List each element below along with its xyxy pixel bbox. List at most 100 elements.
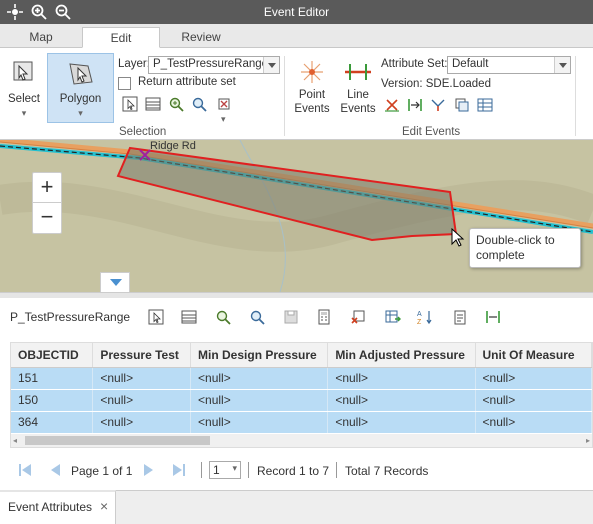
title-bar: Event Editor xyxy=(0,0,593,24)
svg-text:Z: Z xyxy=(417,319,422,325)
tab-review[interactable]: Review xyxy=(160,27,242,48)
layer-label: Layer: xyxy=(118,58,150,70)
table-cell: <null> xyxy=(92,411,192,434)
table-cell: <null> xyxy=(92,389,192,412)
table-cell: <null> xyxy=(190,367,329,390)
layer-select-value: P_TestPressureRange xyxy=(153,58,269,70)
total-text: Total 7 Records xyxy=(345,464,429,478)
table-cell: 150 xyxy=(11,389,94,412)
edit-events-group-label: Edit Events xyxy=(402,126,461,138)
page-select-value: 1 xyxy=(213,463,220,477)
table-cell: <null> xyxy=(327,411,476,434)
table-icon[interactable] xyxy=(145,96,161,112)
pager-divider xyxy=(201,462,202,478)
attribute-set-select[interactable]: Default xyxy=(447,56,571,74)
table-cell: <null> xyxy=(190,411,329,434)
selection-group-label: Selection xyxy=(119,126,167,138)
scroll-right-icon[interactable]: ▸ xyxy=(586,436,590,445)
zoom-to-layer-icon[interactable] xyxy=(191,96,207,112)
pager-divider xyxy=(336,462,337,478)
table-row[interactable]: 151 <null> <null> <null> <null> xyxy=(11,367,593,390)
tab-edit[interactable]: Edit xyxy=(82,27,160,48)
attribute-set-label: Attribute Set: xyxy=(381,58,448,70)
select-features-icon[interactable] xyxy=(148,309,164,325)
return-attribute-label: Return attribute set xyxy=(138,76,236,88)
event-table-icon[interactable] xyxy=(477,97,493,113)
copy-event-icon[interactable] xyxy=(454,97,470,113)
column-header[interactable]: Min Design Pressure xyxy=(190,343,329,368)
point-events-icon xyxy=(301,61,323,83)
delete-event-icon[interactable] xyxy=(384,97,400,113)
window-title: Event Editor xyxy=(263,5,330,19)
table-cell: <null> xyxy=(92,367,192,390)
line-events-button[interactable]: Line Events xyxy=(338,58,378,122)
next-page-icon[interactable] xyxy=(142,463,156,477)
zoom-to-selected-icon[interactable] xyxy=(215,309,231,325)
scroll-left-icon[interactable]: ◂ xyxy=(13,436,17,445)
sort-icon[interactable]: AZ xyxy=(417,309,433,325)
attribute-set-value: Default xyxy=(452,58,489,70)
pan-to-selected-icon[interactable] xyxy=(249,309,265,325)
event-attributes-tab[interactable]: Event Attributes × xyxy=(0,490,116,524)
map-zoom-in-button[interactable]: + xyxy=(33,173,61,203)
page-text: Page 1 of 1 xyxy=(71,464,133,478)
ribbon: Select ▾ Polygon ▾ Layer: P_TestPressure… xyxy=(0,48,593,140)
map-canvas[interactable]: Ridge Rd xyxy=(0,140,593,292)
column-header[interactable]: Unit Of Measure xyxy=(475,343,593,368)
page-select[interactable]: 1 ▾ xyxy=(209,461,241,479)
zoom-to-selection-icon[interactable] xyxy=(168,96,184,112)
retire-event-icon[interactable] xyxy=(407,97,423,113)
table-row[interactable]: 150 <null> <null> <null> <null> xyxy=(11,389,593,412)
bottom-tab-strip xyxy=(116,490,593,524)
return-attribute-checkbox[interactable] xyxy=(118,77,131,90)
table-cell: <null> xyxy=(327,389,476,412)
polygon-label: Polygon xyxy=(59,93,102,105)
table-header-row: OBJECTID Pressure Test Min Design Pressu… xyxy=(11,343,593,368)
table-row[interactable]: 364 <null> <null> <null> <null> xyxy=(11,411,593,434)
export-icon[interactable] xyxy=(385,309,401,325)
first-page-icon[interactable] xyxy=(18,463,32,477)
pager: Page 1 of 1 1 ▾ Record 1 to 7 Total 7 Re… xyxy=(0,456,593,486)
polygon-button[interactable]: Polygon ▾ xyxy=(47,53,114,123)
point-events-button[interactable]: Point Events xyxy=(292,58,332,122)
map-tooltip: Double-click to complete xyxy=(469,228,581,268)
svg-text:A: A xyxy=(417,311,422,318)
delete-selected-icon[interactable] xyxy=(350,309,366,325)
select-button[interactable]: Select ▾ xyxy=(4,56,44,118)
select-by-polygon-icon[interactable] xyxy=(122,96,138,112)
horizontal-scrollbar[interactable]: ◂ ▸ xyxy=(11,434,592,447)
table-layer-name: P_TestPressureRange xyxy=(10,310,131,324)
scrollbar-thumb[interactable] xyxy=(25,436,210,445)
last-page-icon[interactable] xyxy=(172,463,186,477)
line-events-label: Line Events xyxy=(340,89,376,115)
column-header[interactable]: Min Adjusted Pressure xyxy=(327,343,476,368)
table-cell: 151 xyxy=(11,367,94,390)
group-divider xyxy=(575,56,576,136)
select-icon xyxy=(13,61,33,81)
tab-map[interactable]: Map xyxy=(0,27,82,48)
split-event-icon[interactable] xyxy=(430,97,446,113)
chevron-down-icon[interactable]: ▾ xyxy=(221,114,226,125)
attribute-table: OBJECTID Pressure Test Min Design Pressu… xyxy=(10,342,593,448)
map-zoom-out-button[interactable]: − xyxy=(33,203,61,233)
calculator-icon[interactable] xyxy=(316,309,332,325)
table-cell: 364 xyxy=(11,411,94,434)
clipboard-icon[interactable] xyxy=(452,309,468,325)
show-all-records-icon[interactable] xyxy=(181,309,197,325)
table-cell: <null> xyxy=(327,367,476,390)
clear-selection-icon[interactable] xyxy=(216,96,232,112)
locate-event-icon[interactable] xyxy=(485,309,501,325)
panel-toggle-button[interactable] xyxy=(100,272,130,292)
save-icon[interactable] xyxy=(283,309,299,325)
close-icon[interactable]: × xyxy=(100,498,108,514)
table-cell: <null> xyxy=(190,389,329,412)
map-graphics xyxy=(0,140,593,292)
column-header[interactable]: OBJECTID xyxy=(11,343,94,368)
version-label: Version: SDE.Loaded xyxy=(381,78,491,90)
cursor-icon xyxy=(451,228,465,247)
previous-page-icon[interactable] xyxy=(48,463,62,477)
chevron-down-icon xyxy=(263,57,279,73)
layer-select[interactable]: P_TestPressureRange xyxy=(148,56,280,74)
group-divider xyxy=(284,56,285,136)
column-header[interactable]: Pressure Test xyxy=(92,343,192,368)
